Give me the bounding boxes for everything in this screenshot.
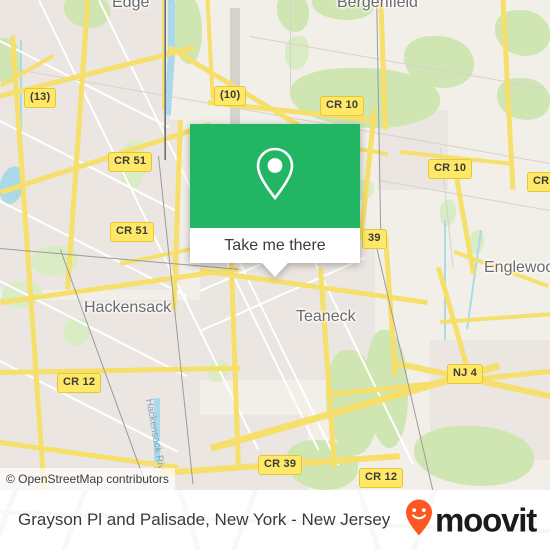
road-shield: CR 51 (110, 222, 155, 242)
moovit-wordmark: moovit (435, 501, 537, 539)
moovit-brand[interactable]: moovit (404, 499, 537, 542)
moovit-station-map-page: Edge Bergenfield Hackensack Teaneck Engl… (0, 0, 550, 550)
road-shield: CR 10 (320, 96, 365, 116)
place-label-englewood: Englewood (484, 259, 550, 276)
highway-road (440, 311, 550, 324)
page-title: Grayson Pl and Palisade, New York - New … (18, 510, 391, 529)
boundary-line (290, 0, 291, 90)
road-shield: CR 39 (258, 455, 303, 475)
road-shield: CR 12 (359, 468, 404, 488)
road-shield: CR 10 (428, 159, 473, 179)
station-popup-card[interactable]: Take me there (190, 124, 360, 277)
road-shield: 39 (362, 229, 387, 249)
park-area (414, 426, 534, 486)
road-shield: (13) (24, 88, 57, 108)
place-label-hackensack: Hackensack (84, 299, 172, 316)
highway-road (205, 0, 215, 100)
place-label-bergenfield: Bergenfield (337, 0, 418, 11)
road-shield: (10) (214, 86, 247, 106)
railway-line (164, 0, 166, 160)
popup-tail (262, 263, 288, 277)
boundary-line (379, 180, 550, 213)
popup-icon-area (190, 124, 360, 228)
place-label-edge: Edge (112, 0, 150, 11)
road-shield: NJ 4 (447, 364, 484, 384)
road-shield: CR (527, 172, 550, 192)
place-label-teaneck: Teaneck (296, 308, 356, 325)
park-area (285, 36, 309, 70)
map-pin-icon (252, 145, 298, 208)
map-canvas[interactable]: Edge Bergenfield Hackensack Teaneck Engl… (0, 0, 550, 490)
park-area (277, 0, 309, 32)
road-shield: CR 12 (57, 373, 102, 393)
road-shield: CR 51 (108, 152, 153, 172)
moovit-smiley-pin-icon (404, 499, 434, 542)
osm-attribution[interactable]: © OpenStreetMap contributors (0, 468, 175, 490)
take-me-there-button[interactable]: Take me there (190, 228, 360, 263)
footer-bar: Grayson Pl and Palisade, New York - New … (0, 490, 550, 550)
